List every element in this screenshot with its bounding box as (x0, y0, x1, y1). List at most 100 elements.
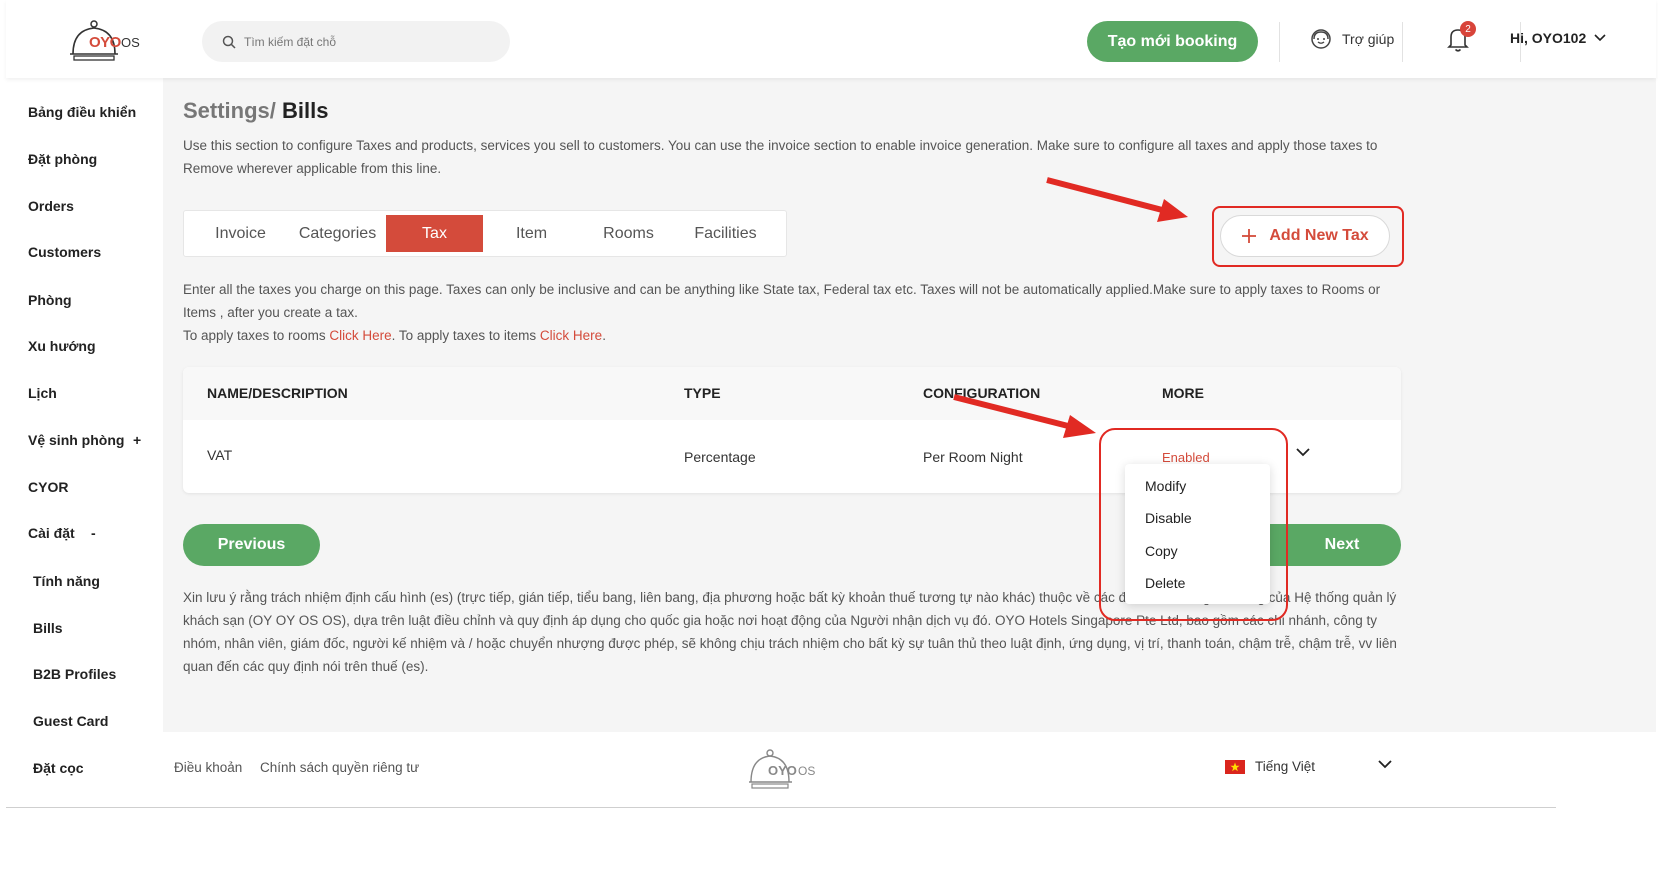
sidebar-item-label: Guest Card (33, 713, 109, 729)
tab-item[interactable]: Item (483, 215, 580, 252)
menu-item-copy[interactable]: Copy (1145, 543, 1178, 559)
footer-logo: OYO OS (748, 749, 828, 793)
terms-link[interactable]: Điều khoản (174, 760, 242, 775)
tab-invoice[interactable]: Invoice (192, 215, 289, 252)
status-menu: Modify Disable Copy Delete (1125, 464, 1270, 604)
sidebar-item-customers[interactable]: Customers (28, 244, 101, 260)
main-content: Settings/ Bills Use this section to conf… (163, 78, 1656, 778)
tax-apply-line: To apply taxes to rooms Click Here. To a… (183, 324, 1413, 347)
add-new-tax-label: Add New Tax (1269, 227, 1369, 244)
sidebar-item-label: Orders (28, 198, 74, 214)
sidebar-item-cyor[interactable]: CYOR (28, 479, 68, 495)
sidebar-item-label: Cài đặt (28, 525, 75, 541)
tab-categories[interactable]: Categories (289, 215, 386, 252)
footer-logo-suffix: OS (798, 764, 816, 778)
logo-suffix: OS (121, 35, 140, 50)
menu-item-modify[interactable]: Modify (1145, 478, 1186, 494)
tax-info-text: Enter all the taxes you charge on this p… (183, 282, 1381, 320)
notification-badge: 2 (1460, 21, 1476, 37)
sidebar-item-label: Vệ sinh phòng (28, 432, 125, 448)
oyo-os-logo[interactable]: OYO OS (68, 20, 158, 64)
status-dropdown[interactable]: Enabled (1162, 450, 1210, 465)
help-label: Trợ giúp (1342, 31, 1395, 47)
footer: Điều khoản Chính sách quyền riêng tư OYO… (163, 732, 1656, 807)
page-title: Bills (282, 98, 329, 123)
bills-tabs: Invoice Categories Tax Item Rooms Facili… (183, 210, 787, 257)
privacy-link[interactable]: Chính sách quyền riêng tư (260, 760, 419, 775)
chevron-down-icon[interactable] (1378, 760, 1392, 769)
apply-rooms-text: To apply taxes to rooms (183, 328, 330, 343)
search-input[interactable] (244, 34, 484, 49)
tax-type: Percentage (684, 449, 756, 465)
sidebar-item-bills[interactable]: Bills (33, 620, 63, 636)
tax-info: Enter all the taxes you charge on this p… (183, 278, 1413, 347)
sidebar-item-label: Customers (28, 244, 102, 260)
sidebar-item-housekeeping[interactable]: Vệ sinh phòng + (28, 432, 141, 448)
help-link[interactable]: Trợ giúp (1310, 28, 1394, 50)
sidebar-item-label: Tính năng (33, 573, 100, 589)
top-header: OYO OS Tạo mới booking Trợ giúp 2 Hi, OY… (6, 0, 1656, 78)
sidebar-item-label: Phòng (28, 292, 72, 308)
breadcrumb-parent[interactable]: Settings (183, 98, 270, 123)
logo-text: OYO (89, 34, 121, 51)
sidebar: Bảng điều khiển Đặt phòng Orders Custome… (6, 78, 163, 858)
sidebar-item-label: Bảng điều khiển (28, 104, 137, 120)
create-booking-button[interactable]: Tạo mới booking (1087, 21, 1258, 62)
vietnam-flag-icon (1225, 759, 1245, 774)
menu-item-delete[interactable]: Delete (1145, 575, 1185, 591)
user-greeting: Hi, OYO102 (1510, 30, 1587, 46)
footer-logo-text: OYO (768, 763, 797, 778)
collapse-toggle[interactable]: - (91, 525, 96, 541)
page-description: Use this section to configure Taxes and … (183, 138, 1378, 176)
tab-rooms[interactable]: Rooms (580, 215, 677, 252)
search-icon (222, 35, 236, 49)
sidebar-item-orders[interactable]: Orders (28, 198, 74, 214)
tax-configuration: Per Room Night (923, 449, 1023, 465)
apply-items-text: . To apply taxes to items (391, 328, 540, 343)
add-new-tax-button[interactable]: Add New Tax (1220, 215, 1390, 257)
chevron-down-icon[interactable] (1296, 447, 1310, 457)
user-menu[interactable]: Hi, OYO102 (1510, 30, 1606, 46)
divider (6, 807, 1556, 808)
header-divider (1279, 22, 1280, 62)
sidebar-item-rooms[interactable]: Phòng (28, 292, 72, 308)
sidebar-item-settings[interactable]: Cài đặt - (28, 525, 96, 541)
language-label: Tiếng Việt (1255, 759, 1316, 774)
period: . (602, 328, 606, 343)
chevron-down-icon (1594, 34, 1606, 42)
booking-search[interactable] (202, 21, 510, 62)
sidebar-item-label: Lịch (28, 385, 57, 401)
menu-item-disable[interactable]: Disable (1145, 510, 1192, 526)
sidebar-item-b2b-profiles[interactable]: B2B Profiles (33, 666, 116, 682)
breadcrumb-separator: / (269, 98, 276, 123)
apply-items-link[interactable]: Click Here (540, 328, 602, 343)
column-header: MORE (1162, 385, 1204, 401)
sidebar-item-trends[interactable]: Xu hướng (28, 338, 96, 354)
plus-icon (1242, 229, 1257, 243)
header-divider (1402, 22, 1403, 62)
column-header: NAME/DESCRIPTION (207, 385, 348, 401)
expand-toggle[interactable]: + (133, 432, 141, 448)
sidebar-item-label: Đặt cọc (33, 760, 84, 776)
table-header: NAME/DESCRIPTION TYPE CONFIGURATION MORE (183, 367, 1401, 420)
sidebar-item-bookings[interactable]: Đặt phòng (28, 151, 97, 167)
sidebar-item-features[interactable]: Tính năng (33, 573, 100, 589)
header-divider (1520, 22, 1521, 62)
sidebar-item-calendar[interactable]: Lịch (28, 385, 57, 401)
language-selector[interactable]: Tiếng Việt (1225, 759, 1315, 774)
sidebar-item-label: CYOR (28, 479, 69, 495)
sidebar-item-deposit[interactable]: Đặt cọc (33, 760, 84, 776)
annotation-arrow (1046, 177, 1188, 222)
tab-tax[interactable]: Tax (386, 215, 483, 252)
sidebar-item-guest-card[interactable]: Guest Card (33, 713, 108, 729)
previous-button[interactable]: Previous (183, 524, 320, 566)
tax-name: VAT (207, 447, 233, 463)
tab-facilities[interactable]: Facilities (677, 215, 774, 252)
sidebar-item-dashboard[interactable]: Bảng điều khiển (28, 104, 136, 120)
column-header: TYPE (684, 385, 721, 401)
annotation-arrow (953, 394, 1096, 438)
breadcrumb: Settings/ Bills (183, 98, 329, 124)
sidebar-item-label: Đặt phòng (28, 151, 98, 167)
apply-rooms-link[interactable]: Click Here (329, 328, 391, 343)
sidebar-item-label: Xu hướng (28, 338, 96, 354)
